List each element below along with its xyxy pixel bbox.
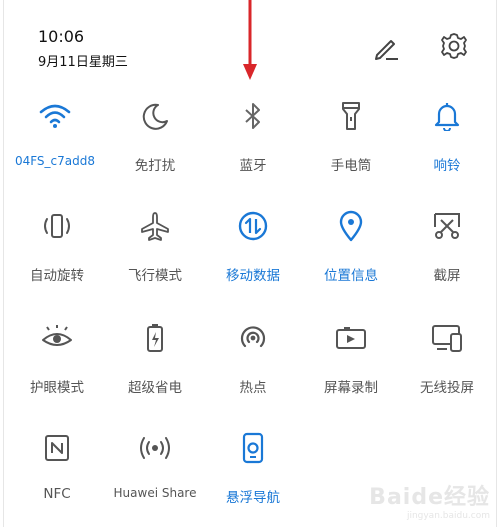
tile-bluetooth[interactable]: 蓝牙 xyxy=(208,96,298,192)
nfc-icon xyxy=(37,428,77,468)
tile-floating-navigation[interactable]: 悬浮导航 xyxy=(208,428,298,524)
clock-time: 10:06 xyxy=(38,27,85,46)
tile-flashlight[interactable]: 手电筒 xyxy=(306,96,396,192)
watermark-logo: Baide经验 jingyan.baidu.com xyxy=(369,485,490,521)
tile-label: 04FS_c7add8 xyxy=(14,154,96,168)
mobile-data-icon xyxy=(233,206,273,246)
airplane-icon xyxy=(135,206,175,246)
screenshot-icon xyxy=(427,206,467,246)
tile-eye-comfort[interactable]: 护眼模式 xyxy=(12,318,102,414)
tile-screen-recorder[interactable]: 屏幕录制 xyxy=(306,318,396,414)
tile-hotspot[interactable]: 热点 xyxy=(208,318,298,414)
location-icon xyxy=(331,206,371,246)
tile-label: 免打扰 xyxy=(134,158,176,174)
tile-wifi[interactable]: 04FS_c7add8 xyxy=(10,96,100,192)
tile-ultra-power-saving[interactable]: 超级省电 xyxy=(110,318,200,414)
tile-label: 截屏 xyxy=(433,268,461,284)
tile-label: 移动数据 xyxy=(226,268,280,284)
tile-label: 护眼模式 xyxy=(30,380,84,396)
edit-pencil-icon[interactable] xyxy=(370,32,402,64)
wireless-projection-icon xyxy=(427,318,467,358)
tile-label: 超级省电 xyxy=(128,380,182,396)
wifi-icon xyxy=(35,96,75,136)
moon-icon xyxy=(135,96,175,136)
tile-label: 蓝牙 xyxy=(239,158,267,174)
tile-location[interactable]: 位置信息 xyxy=(306,206,396,302)
bell-icon xyxy=(427,96,467,136)
tile-mobile-data[interactable]: 移动数据 xyxy=(208,206,298,302)
floating-nav-icon xyxy=(233,428,273,468)
tile-label: 无线投屏 xyxy=(420,380,474,396)
tile-wireless-projection[interactable]: 无线投屏 xyxy=(402,318,492,414)
rotate-icon xyxy=(37,206,77,246)
tile-huawei-share[interactable]: Huawei Share xyxy=(110,428,200,524)
tile-screenshot[interactable]: 截屏 xyxy=(402,206,492,302)
tile-label: 手电筒 xyxy=(330,158,372,174)
annotation-arrow xyxy=(243,0,257,80)
gear-icon[interactable] xyxy=(438,30,470,62)
quick-settings-panel: 10:06 9月11日星期三 04FS_c7add8 免打扰 蓝牙 手电筒 响铃… xyxy=(3,0,497,527)
tile-ringer[interactable]: 响铃 xyxy=(402,96,492,192)
tile-label: Huawei Share xyxy=(113,486,197,500)
battery-saver-icon xyxy=(135,318,175,358)
eye-icon xyxy=(37,318,77,358)
tile-auto-rotate[interactable]: 自动旋转 xyxy=(12,206,102,302)
tile-label: 屏幕录制 xyxy=(324,380,378,396)
tile-airplane-mode[interactable]: 飞行模式 xyxy=(110,206,200,302)
tile-label: 位置信息 xyxy=(324,268,378,284)
tile-label: 自动旋转 xyxy=(30,268,84,284)
tile-do-not-disturb[interactable]: 免打扰 xyxy=(110,96,200,192)
tile-nfc[interactable]: NFC xyxy=(12,428,102,524)
huawei-share-icon xyxy=(135,428,175,468)
tile-label: 热点 xyxy=(239,380,267,396)
tile-label: NFC xyxy=(43,486,71,502)
tile-label: 飞行模式 xyxy=(128,268,182,284)
clock-date: 9月11日星期三 xyxy=(38,55,128,70)
hotspot-icon xyxy=(233,318,273,358)
tile-label: 响铃 xyxy=(433,158,461,174)
flashlight-icon xyxy=(331,96,371,136)
screen-record-icon xyxy=(331,318,371,358)
tile-label: 悬浮导航 xyxy=(226,490,280,506)
bluetooth-icon xyxy=(233,96,273,136)
